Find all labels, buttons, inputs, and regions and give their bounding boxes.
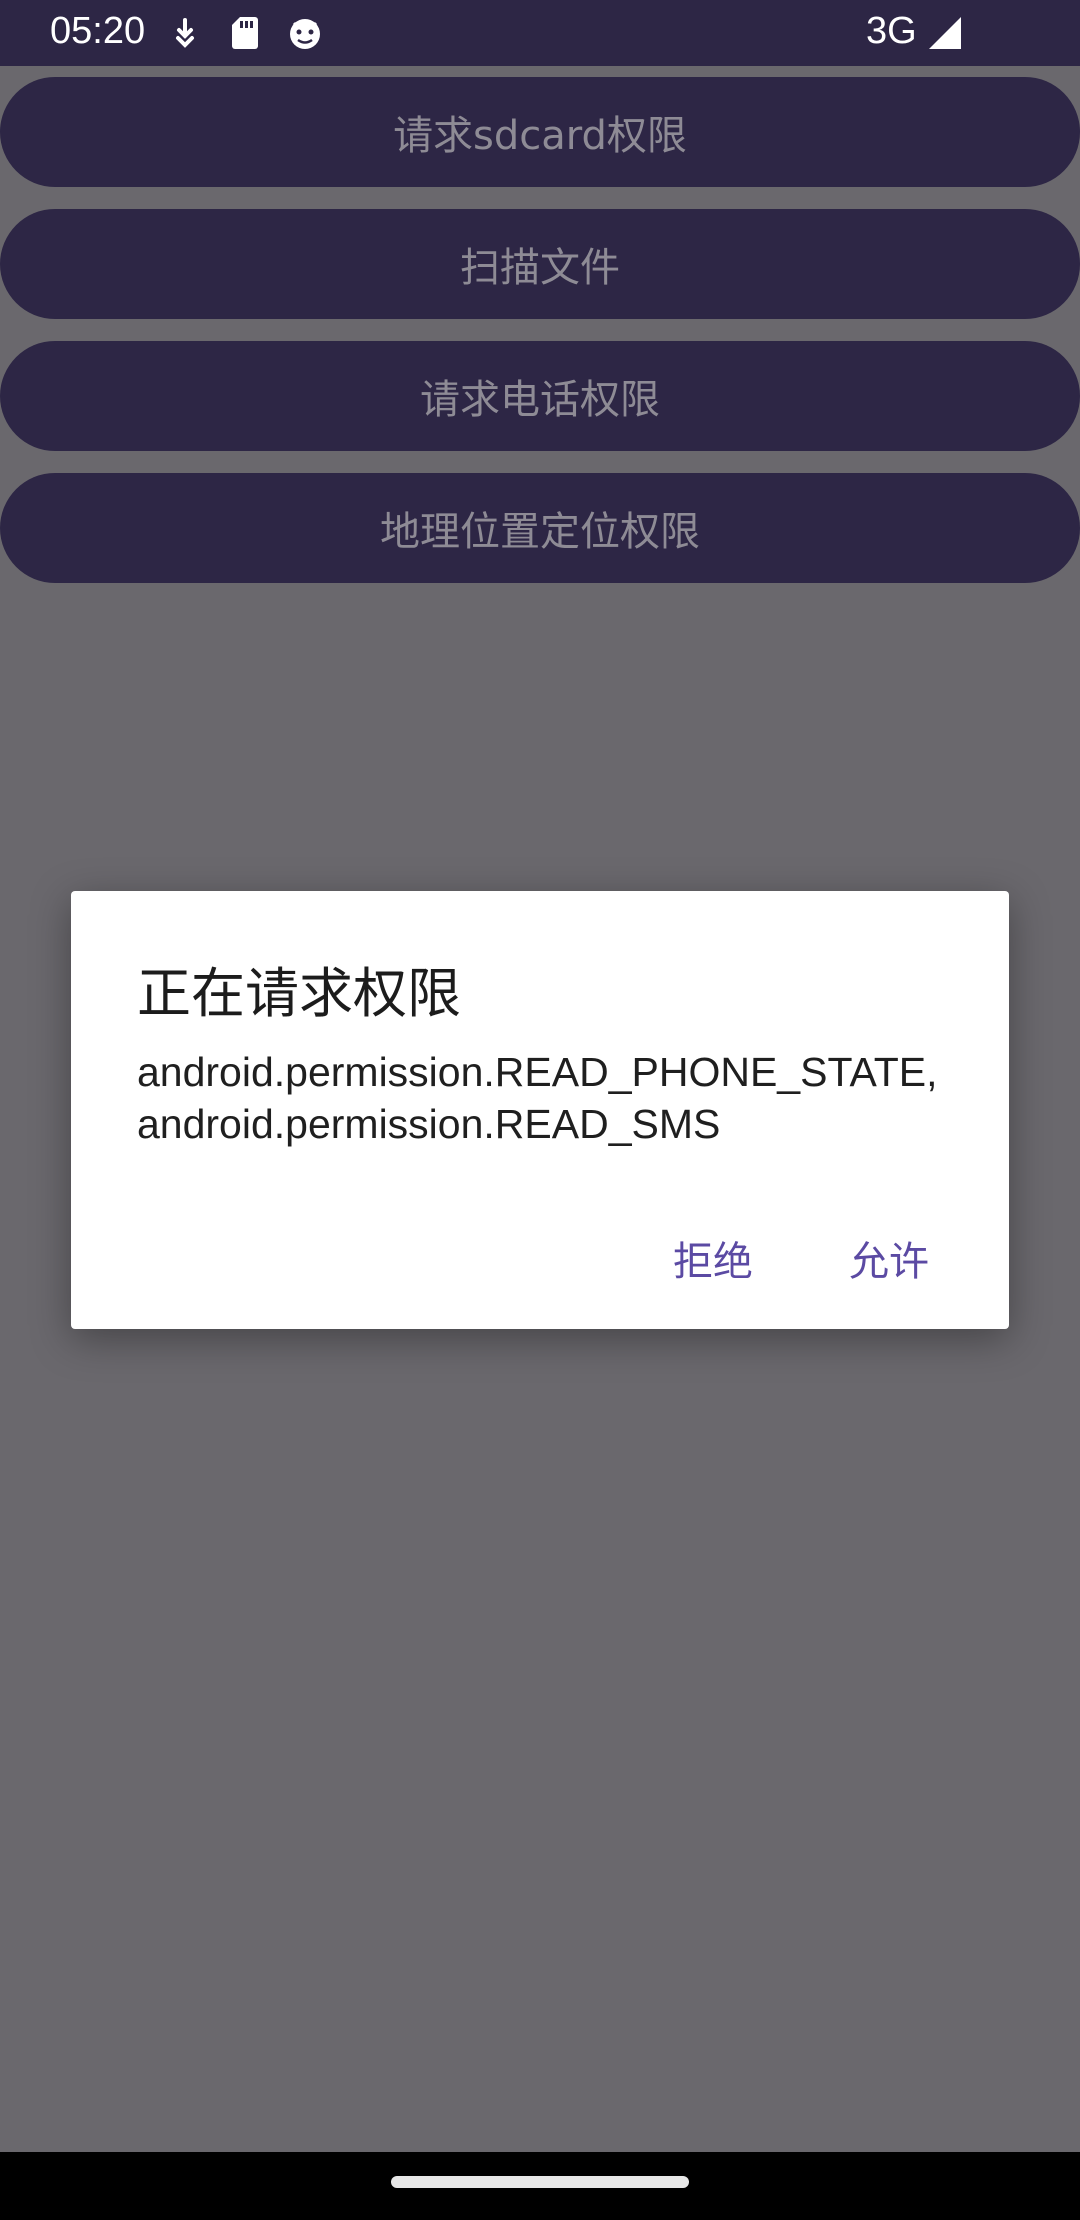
status-time: 05:20 [50,10,146,52]
download-icon [166,14,204,52]
request-phone-permission-button[interactable]: 请求电话权限 [0,341,1080,451]
android-icon [286,14,324,52]
request-location-permission-button[interactable]: 地理位置定位权限 [0,473,1080,583]
navigation-bar [0,2152,1080,2220]
sdcard-icon [226,14,264,52]
status-bar: 05:20 3G [0,0,1080,66]
signal-icon [926,14,964,52]
dialog-message: android.permission.READ_PHONE_STATE,andr… [137,1049,938,1147]
network-type: 3G [866,10,917,52]
dialog-title: 正在请求权限 [137,962,461,1025]
request-sdcard-permission-button[interactable]: 请求sdcard权限 [0,77,1080,187]
allow-button[interactable]: 允许 [843,1221,935,1295]
scan-files-button[interactable]: 扫描文件 [0,209,1080,319]
deny-button[interactable]: 拒绝 [667,1221,759,1295]
home-gesture-handle[interactable] [391,2176,689,2188]
permission-dialog: 正在请求权限 android.permission.READ_PHONE_STA… [71,891,1009,1329]
